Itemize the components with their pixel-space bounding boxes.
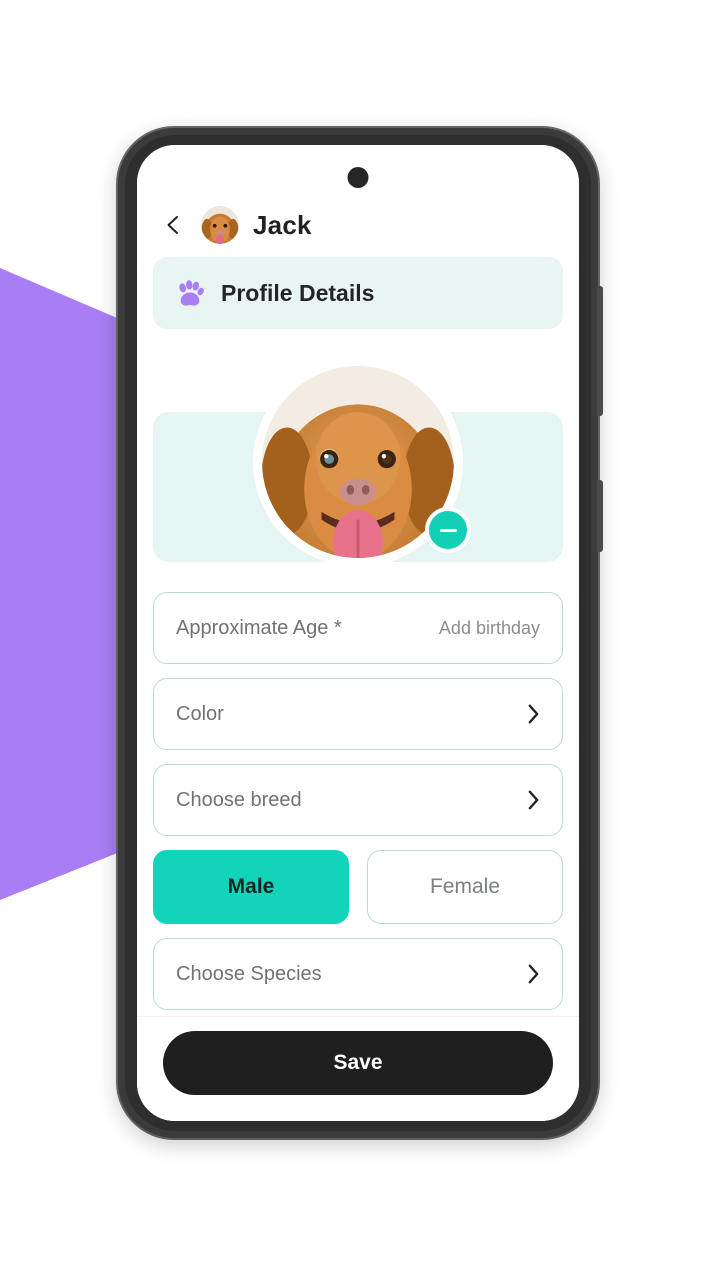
chevron-right-icon	[528, 704, 539, 724]
gender-option-female[interactable]: Female	[367, 850, 563, 924]
gender-option-male[interactable]: Male	[153, 850, 349, 924]
content-scroll-area[interactable]: Profile Details Approximate Age * Add bi…	[137, 249, 579, 1016]
power-button[interactable]	[597, 480, 603, 552]
volume-rocker-button[interactable]	[597, 286, 603, 416]
remove-photo-button[interactable]	[425, 507, 471, 553]
approximate-age-label: Approximate Age *	[176, 616, 342, 639]
color-label: Color	[176, 702, 224, 725]
pet-photo-block	[153, 357, 563, 567]
front-camera-icon	[347, 167, 369, 188]
app-header: Jack	[137, 145, 579, 249]
profile-details-banner: Profile Details	[153, 257, 563, 329]
page-title: Jack	[253, 209, 312, 240]
section-title: Profile Details	[221, 279, 375, 306]
add-birthday-action[interactable]: Add birthday	[439, 618, 540, 639]
phone-screen: Jack Profile Details Approximate Age * A…	[137, 145, 579, 1121]
gender-female-label: Female	[429, 875, 501, 898]
approximate-age-field[interactable]: Approximate Age * Add birthday	[153, 592, 563, 664]
form-fields: Approximate Age * Add birthday Color Cho…	[153, 592, 563, 1010]
gender-male-label: Male	[227, 875, 275, 898]
avatar[interactable]	[201, 206, 239, 244]
choose-breed-label: Choose breed	[176, 788, 302, 811]
color-field[interactable]: Color	[153, 678, 563, 750]
gender-selector: Male Female	[153, 850, 563, 924]
minus-icon	[439, 528, 457, 532]
save-button-label: Save	[333, 1051, 383, 1074]
paw-icon	[179, 280, 204, 306]
pet-photo-wrapper[interactable]	[253, 357, 471, 567]
choose-species-field[interactable]: Choose Species	[153, 938, 563, 1010]
choose-breed-field[interactable]: Choose breed	[153, 764, 563, 836]
chevron-right-icon	[528, 964, 539, 984]
back-button[interactable]	[161, 208, 187, 242]
chevron-left-icon	[167, 216, 178, 234]
bottom-action-bar: Save	[137, 1016, 579, 1121]
choose-species-label: Choose Species	[176, 962, 322, 985]
chevron-right-icon	[528, 790, 539, 810]
save-button[interactable]: Save	[163, 1031, 553, 1095]
phone-device-frame: Jack Profile Details Approximate Age * A…	[118, 128, 603, 1138]
app-container: Jack Profile Details Approximate Age * A…	[137, 145, 579, 1121]
screenshot-root: Jack Profile Details Approximate Age * A…	[0, 0, 720, 1280]
pet-avatar-image	[201, 206, 239, 244]
